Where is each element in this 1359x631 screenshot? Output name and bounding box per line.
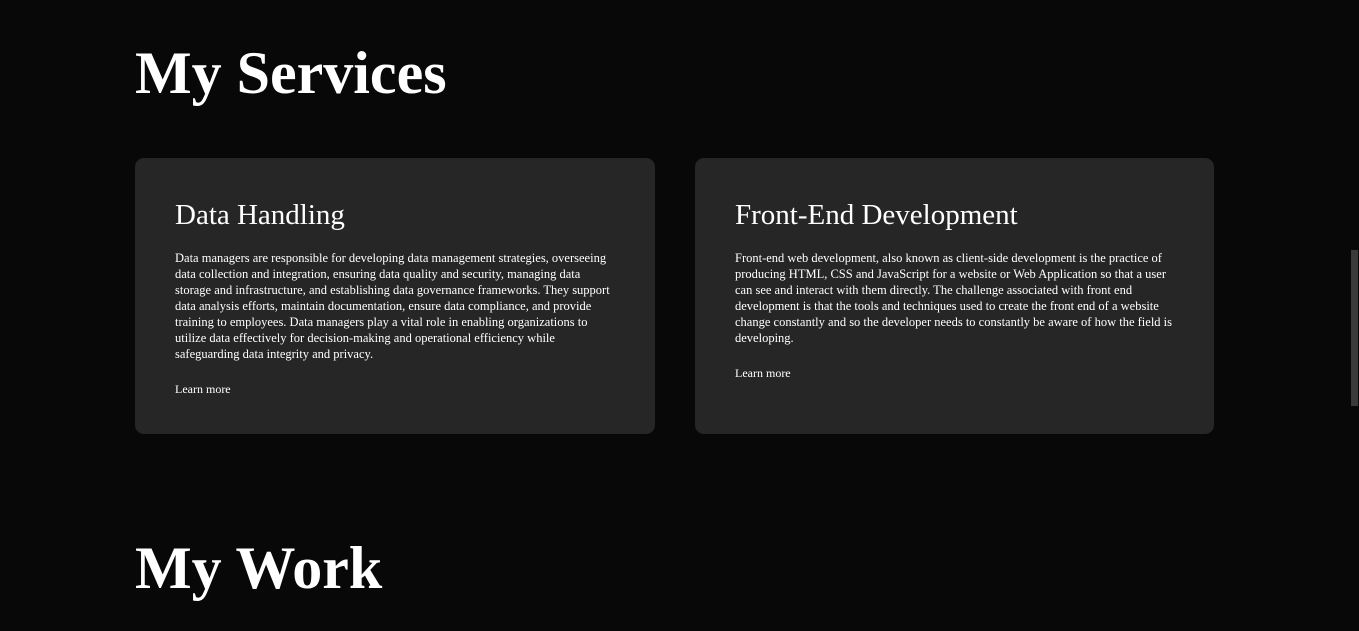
service-card-description: Data managers are responsible for develo…	[175, 251, 610, 361]
service-card-data-handling: Data Handling Data managers are responsi…	[135, 158, 655, 434]
vertical-scrollbar[interactable]	[1350, 0, 1359, 631]
service-card-title: Data Handling	[175, 199, 345, 231]
service-card-title: Front-End Development	[735, 199, 1018, 231]
services-heading: My Services	[135, 40, 447, 106]
work-heading: My Work	[135, 535, 383, 601]
services-card-list: Data Handling Data managers are responsi…	[135, 158, 1215, 434]
page: My Services Data Handling Data managers …	[0, 0, 1359, 631]
service-card-front-end-development: Front-End Development Front-end web deve…	[695, 158, 1214, 434]
service-card-description: Front-end web development, also known as…	[735, 251, 1173, 345]
learn-more-link[interactable]: Learn more	[735, 365, 791, 381]
scrollbar-thumb[interactable]	[1351, 250, 1358, 406]
learn-more-link[interactable]: Learn more	[175, 381, 231, 397]
